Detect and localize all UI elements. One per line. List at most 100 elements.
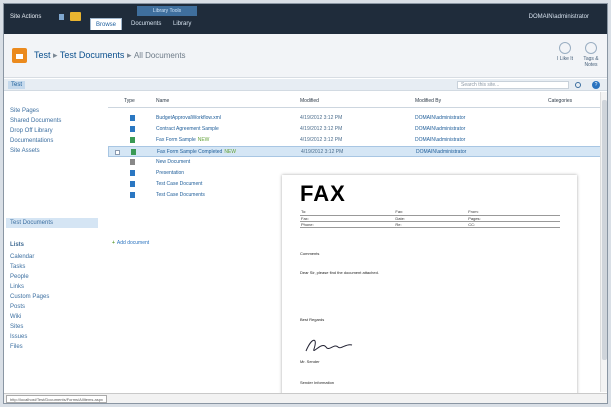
breadcrumb-library[interactable]: Test Documents	[60, 50, 125, 60]
header-divider	[108, 107, 606, 108]
table-row[interactable]: Contract Agreement Sample 4/19/2012 3:12 …	[108, 124, 606, 135]
new-badge: NEW	[197, 137, 210, 143]
user-menu[interactable]: DOMAIN\administrator	[529, 14, 589, 20]
modified-by-link[interactable]: DOMAIN\administrator	[415, 137, 465, 143]
modified-by-link[interactable]: DOMAIN\administrator	[415, 126, 465, 132]
document-name-link[interactable]: Test Case Document	[156, 181, 202, 187]
nav-item[interactable]: Drop Off Library	[10, 128, 53, 134]
document-icon	[131, 149, 136, 155]
fax-closing: Best Regards	[300, 317, 325, 322]
nav-item[interactable]: Posts	[10, 304, 25, 310]
tags-notes-button[interactable]: Tags & Notes	[582, 42, 600, 68]
i-like-it-button[interactable]: I Like It	[556, 42, 574, 62]
tab-browse[interactable]: Browse	[90, 18, 123, 30]
fax-field: Re:	[394, 221, 468, 228]
nav-item[interactable]: Links	[10, 284, 24, 290]
folder-icon[interactable]	[70, 12, 81, 21]
row-checkbox[interactable]	[115, 150, 120, 155]
site-logo-icon[interactable]	[12, 48, 27, 63]
search-input[interactable]: Search this site...	[457, 81, 569, 89]
title-area: Test ▸ Test Documents ▸ All Documents I …	[4, 34, 607, 78]
document-preview-popup: FAX To: Fax: From: Fax: Date: Pages: Phone: R…	[282, 175, 577, 403]
document-name-link[interactable]: Contract Agreement Sample	[156, 126, 219, 132]
fax-fields-table: To: Fax: From: Fax: Date: Pages: Phone: Re: CC…	[300, 209, 560, 228]
breadcrumb: Test ▸ Test Documents ▸ All Documents	[34, 50, 186, 61]
breadcrumb-separator-icon: ▸	[126, 50, 134, 60]
document-name-link[interactable]: Test Case Documents	[156, 192, 205, 198]
column-modified[interactable]: Modified	[300, 98, 319, 104]
nav-item[interactable]: Tasks	[10, 264, 25, 270]
nav-item[interactable]: Custom Pages	[10, 294, 49, 300]
modified-date: 4/19/2012 3:12 PM	[300, 126, 343, 132]
document-name-link[interactable]: Presentation	[156, 170, 184, 176]
document-name-link[interactable]: BudgetApprovalWorkflow.xml	[156, 115, 221, 121]
nav-item[interactable]: Site Assets	[10, 148, 40, 154]
tag-icon	[585, 42, 597, 54]
fax-sender-info: Sender Information	[300, 380, 335, 385]
fax-sender: Mr. Sender	[300, 359, 320, 364]
document-icon	[130, 137, 135, 143]
fax-comments: Comments	[300, 251, 320, 256]
top-bar: Site Actions Library Tools Browse Docume…	[4, 4, 607, 34]
table-row[interactable]: New Document	[108, 157, 606, 168]
modified-date: 4/19/2012 3:12 PM	[300, 137, 343, 143]
new-badge: NEW	[224, 149, 236, 155]
chevron-down-icon[interactable]	[59, 14, 64, 20]
fax-title: FAX	[300, 181, 346, 206]
left-navigation: Site Pages Shared Documents Drop Off Lib…	[4, 92, 104, 392]
nav-item[interactable]: Site Pages	[10, 108, 39, 114]
status-bar: http://localhost/Test/Documents/Forms/Al…	[4, 393, 607, 403]
document-icon	[130, 192, 135, 198]
add-document-link[interactable]: + Add document	[112, 240, 151, 246]
search-icon[interactable]	[575, 82, 581, 88]
document-icon	[130, 126, 135, 132]
tab-documents[interactable]: Documents	[126, 18, 166, 30]
nav-item[interactable]: Issues	[10, 334, 27, 340]
document-icon	[130, 159, 135, 165]
browser-viewport: Site Actions Library Tools Browse Docume…	[3, 3, 608, 404]
nav-item[interactable]: Files	[10, 344, 23, 350]
fax-body: Dear Sir, please find the document attac…	[300, 270, 379, 275]
nav-item[interactable]: Sites	[10, 324, 23, 330]
modified-date: 4/19/2012 3:12 PM	[301, 149, 344, 155]
help-icon[interactable]: ?	[592, 81, 600, 89]
document-icon	[130, 115, 135, 121]
status-url: http://localhost/Test/Documents/Forms/Al…	[6, 395, 107, 403]
nav-item[interactable]: Documentations	[10, 138, 53, 144]
table-row[interactable]: Fax Form Sample NEW 4/19/2012 3:12 PM DOMAI…	[108, 135, 606, 146]
column-categories[interactable]: Categories	[548, 98, 572, 104]
table-row[interactable]: Fax Form Sample Completed NEW 4/19/2012 3:…	[108, 146, 606, 157]
breadcrumb-site[interactable]: Test	[34, 50, 51, 60]
breadcrumb-separator-icon: ▸	[53, 50, 60, 60]
scrollbar-thumb[interactable]	[602, 100, 607, 360]
nav-item-selected[interactable]: Test Documents	[10, 220, 53, 226]
document-name-link[interactable]: Fax Form Sample NEW	[156, 137, 209, 143]
vertical-scrollbar[interactable]	[600, 92, 607, 392]
document-icon	[130, 170, 135, 176]
document-name-link[interactable]: New Document	[156, 159, 190, 165]
fax-field: Phone:	[300, 221, 395, 228]
nav-heading-lists[interactable]: Lists	[10, 242, 24, 248]
column-modified-by[interactable]: Modified By	[415, 98, 441, 104]
nav-item[interactable]: Calendar	[10, 254, 34, 260]
nav-item[interactable]: Shared Documents	[10, 118, 61, 124]
tab-library[interactable]: Library	[168, 18, 196, 30]
nav-item[interactable]: People	[10, 274, 29, 280]
thumbs-up-icon	[559, 42, 571, 54]
modified-date: 4/19/2012 3:12 PM	[300, 115, 343, 121]
fax-field: CC:	[467, 221, 560, 228]
document-name-link[interactable]: Fax Form Sample Completed NEW	[157, 149, 236, 155]
modified-by-link[interactable]: DOMAIN\administrator	[416, 149, 466, 155]
nav-item[interactable]: Wiki	[10, 314, 21, 320]
document-icon	[130, 181, 135, 187]
breadcrumb-view[interactable]: All Documents	[134, 51, 186, 60]
site-actions-menu[interactable]: Site Actions	[10, 14, 41, 20]
column-type[interactable]: Type	[124, 98, 135, 104]
home-tab[interactable]: Test	[8, 81, 26, 89]
signature-image	[305, 339, 353, 352]
table-row[interactable]: BudgetApprovalWorkflow.xml 4/19/2012 3:12…	[108, 113, 606, 124]
search-bar: Test Search this site... ?	[4, 79, 607, 91]
modified-by-link[interactable]: DOMAIN\administrator	[415, 115, 465, 121]
ribbon-group-label: Library Tools	[137, 6, 197, 16]
column-name[interactable]: Name	[156, 98, 169, 104]
